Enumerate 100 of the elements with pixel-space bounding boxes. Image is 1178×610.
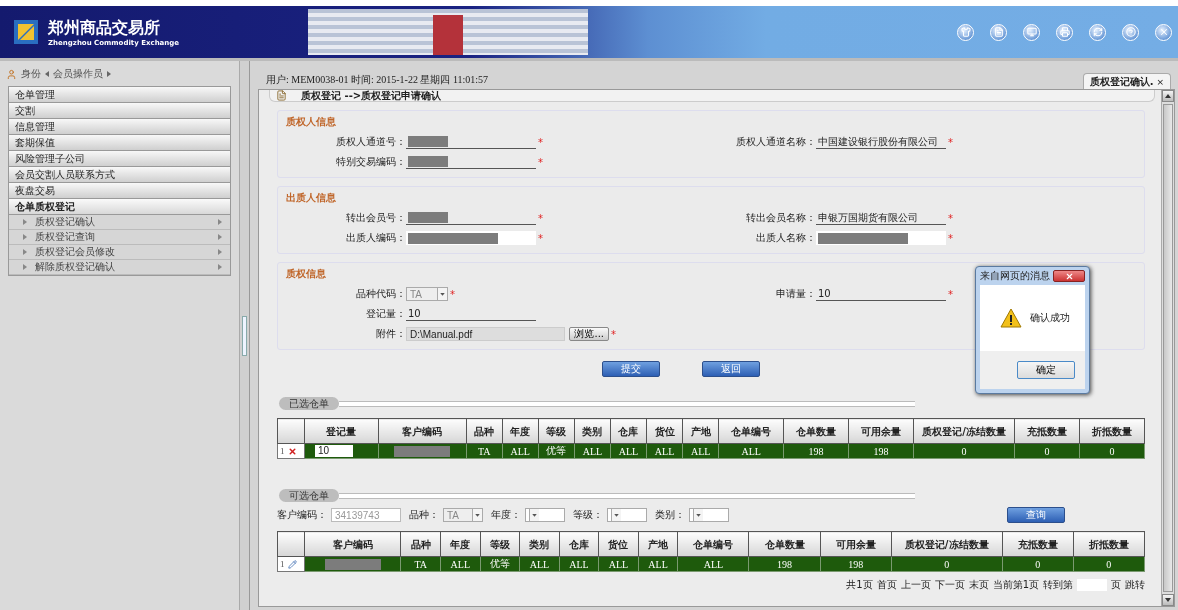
menu-item[interactable]: 质权登记查询 bbox=[9, 230, 230, 245]
text-field[interactable]: 申银万国期货有限公司 bbox=[816, 211, 946, 225]
column-header: 货位 bbox=[598, 531, 639, 557]
pager-text: 共1页 bbox=[846, 578, 873, 592]
menu-group[interactable]: 信息管理 bbox=[9, 119, 230, 135]
pager-link[interactable]: 首页 bbox=[876, 578, 897, 592]
redacted-block bbox=[408, 136, 448, 147]
text-field[interactable] bbox=[406, 211, 536, 225]
field-label: 转出会员名称： bbox=[745, 211, 816, 225]
field-label: 申请量： bbox=[775, 287, 816, 301]
table-cell: ALL bbox=[718, 443, 784, 459]
table-cell: 198 bbox=[848, 443, 914, 459]
pager-link[interactable]: 上一页 bbox=[900, 578, 931, 592]
menu-group[interactable]: 交割 bbox=[9, 103, 230, 119]
dropdown-caret-icon[interactable] bbox=[611, 509, 621, 521]
column-header: 折抵数量 bbox=[1079, 418, 1145, 444]
menu-item[interactable]: 质权登记会员修改 bbox=[9, 245, 230, 260]
text-field[interactable]: 10 bbox=[406, 307, 536, 321]
pager-text: 当前第1页 bbox=[992, 578, 1039, 592]
left-arrow-icon[interactable] bbox=[45, 71, 49, 77]
text-field[interactable] bbox=[816, 231, 946, 245]
select-field[interactable] bbox=[525, 508, 565, 522]
quantity-input[interactable]: 10 bbox=[315, 445, 353, 457]
column-header: 登记量 bbox=[304, 418, 379, 444]
required-mark: * bbox=[948, 288, 953, 300]
tab[interactable]: 质权登记确认. × bbox=[1082, 73, 1171, 89]
dialog-message: 确认成功 bbox=[1030, 311, 1070, 325]
table-cell: TA bbox=[401, 556, 441, 572]
splitter[interactable] bbox=[240, 61, 250, 610]
field-label: 出质人名称： bbox=[755, 231, 816, 245]
table-cell: ALL bbox=[502, 443, 539, 459]
table-header bbox=[277, 418, 305, 444]
table-cell: ALL bbox=[559, 556, 599, 572]
action-button[interactable]: 提交 bbox=[602, 361, 660, 377]
column-header: 仓单编号 bbox=[718, 418, 784, 444]
scrollbar[interactable] bbox=[1161, 90, 1174, 606]
close-button[interactable] bbox=[1053, 270, 1085, 282]
select-field[interactable] bbox=[607, 508, 647, 522]
required-mark: * bbox=[538, 136, 543, 148]
menu-group[interactable]: 会员交割人员联系方式 bbox=[9, 167, 230, 183]
right-arrow-icon bbox=[218, 264, 222, 270]
list-title: 可选仓单 bbox=[279, 489, 339, 502]
menu-group[interactable]: 仓单管理 bbox=[9, 87, 230, 103]
select-field[interactable] bbox=[689, 508, 729, 522]
logo-icon bbox=[14, 20, 38, 44]
pencil-icon[interactable] bbox=[287, 559, 297, 569]
column-header: 客户编码 bbox=[378, 418, 467, 444]
menu-item[interactable]: 解除质权登记确认 bbox=[9, 260, 230, 275]
required-mark: * bbox=[450, 288, 455, 300]
ok-button[interactable]: 确定 bbox=[1017, 361, 1075, 379]
table-cell: ALL bbox=[598, 556, 639, 572]
field-label: 质权人通道号： bbox=[335, 135, 406, 149]
splitter-handle[interactable] bbox=[242, 315, 247, 356]
refresh-icon[interactable] bbox=[1089, 23, 1106, 41]
required-mark: * bbox=[538, 156, 543, 168]
pager-link[interactable]: 跳转 bbox=[1125, 578, 1145, 592]
menu-group[interactable]: 风险管理子公司 bbox=[9, 151, 230, 167]
right-arrow-icon bbox=[218, 249, 222, 255]
menu-item[interactable]: 质权登记确认 bbox=[9, 215, 230, 230]
scroll-up-icon[interactable] bbox=[1162, 90, 1174, 102]
query-button[interactable]: 查询 bbox=[1007, 507, 1065, 523]
table-cell: 优等 bbox=[538, 443, 575, 459]
pager-link[interactable]: 下一页 bbox=[934, 578, 965, 592]
right-arrow-icon[interactable] bbox=[107, 71, 111, 77]
shirt-icon[interactable] bbox=[957, 23, 974, 41]
text-field[interactable] bbox=[406, 155, 536, 169]
scroll-down-icon[interactable] bbox=[1162, 594, 1174, 606]
column-header: 仓库 bbox=[610, 418, 647, 444]
text-field[interactable]: 10 bbox=[816, 287, 946, 301]
text-field[interactable]: 中国建设银行股份有限公司 bbox=[816, 135, 946, 149]
dropdown-caret-icon[interactable] bbox=[529, 509, 539, 521]
help-icon[interactable] bbox=[1122, 23, 1139, 41]
action-button[interactable]: 返回 bbox=[702, 361, 760, 377]
table-cell: 0 bbox=[891, 556, 1003, 572]
menu-group[interactable]: 仓单质权登记 bbox=[9, 199, 230, 215]
menu-group[interactable]: 夜盘交易 bbox=[9, 183, 230, 199]
browse-button[interactable]: 浏览... bbox=[569, 327, 609, 341]
table-cell: 0 bbox=[913, 443, 1015, 459]
column-header: 类别 bbox=[519, 531, 560, 557]
table-cell: ALL bbox=[682, 443, 719, 459]
text-field[interactable] bbox=[406, 135, 536, 149]
monitor-icon[interactable] bbox=[1023, 23, 1040, 41]
field-label: 附件： bbox=[375, 327, 406, 341]
file-path-field[interactable]: D:\Manual.pdf bbox=[406, 327, 566, 341]
text-field[interactable] bbox=[406, 231, 536, 245]
printer-icon[interactable] bbox=[1056, 23, 1073, 41]
close-icon[interactable] bbox=[1155, 23, 1172, 41]
pager-link[interactable]: 末页 bbox=[968, 578, 989, 592]
column-header: 产地 bbox=[638, 531, 678, 557]
menu-group[interactable]: 套期保值 bbox=[9, 135, 230, 151]
dropdown-caret-icon[interactable] bbox=[693, 509, 703, 521]
table-cell: ALL bbox=[440, 556, 481, 572]
pager-text: 转到第 bbox=[1043, 578, 1073, 592]
section-title: 出质人信息 bbox=[286, 191, 336, 205]
field-label: 质权人通道名称： bbox=[735, 135, 816, 149]
column-header: 年度 bbox=[502, 418, 539, 444]
delete-icon[interactable] bbox=[287, 446, 297, 456]
tab-close[interactable]: × bbox=[1156, 76, 1164, 87]
table-cell: 198 bbox=[820, 556, 892, 572]
document-icon[interactable] bbox=[990, 23, 1007, 41]
